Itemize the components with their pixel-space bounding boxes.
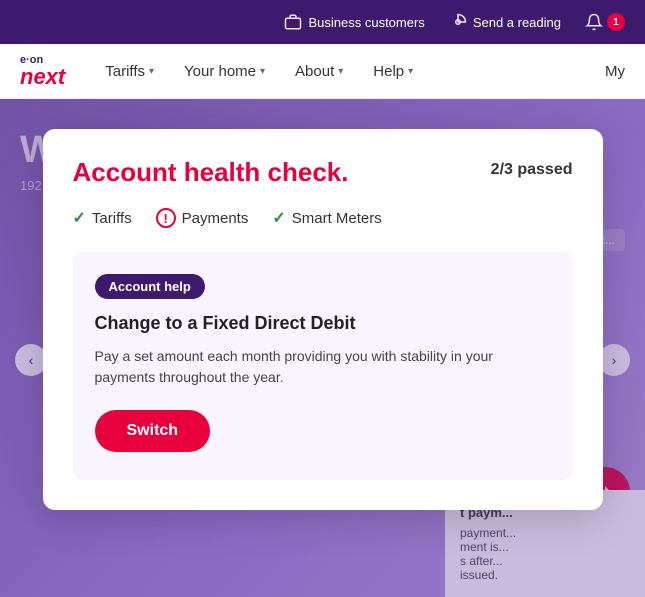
check-pass-icon: ✓ <box>73 208 86 228</box>
inner-card-description: Pay a set amount each month providing yo… <box>95 346 551 388</box>
briefcase-icon <box>284 13 302 31</box>
check-warning-icon: ! <box>156 208 176 228</box>
nav-bar: e·on next Tariffs ▾ Your home ▾ About ▾ … <box>0 44 645 99</box>
nav-your-home-label: Your home <box>184 63 256 80</box>
modal-header: Account health check. 2/3 passed <box>73 157 573 188</box>
chevron-down-icon: ▾ <box>338 66 343 77</box>
account-help-badge: Account help <box>95 274 205 299</box>
nav-my[interactable]: My <box>605 63 625 80</box>
chevron-down-icon: ▾ <box>408 66 413 77</box>
switch-button[interactable]: Switch <box>95 410 211 452</box>
nav-my-label: My <box>605 63 625 80</box>
check-payments: ! Payments <box>156 208 249 228</box>
top-bar: Business customers Send a reading 1 <box>0 0 645 44</box>
nav-about-label: About <box>295 63 334 80</box>
bell-icon <box>585 13 603 31</box>
chevron-down-icon: ▾ <box>260 66 265 77</box>
modal-overlay: Account health check. 2/3 passed ✓ Tarif… <box>0 99 645 597</box>
account-health-check-modal: Account health check. 2/3 passed ✓ Tarif… <box>43 129 603 510</box>
nav-tariffs-label: Tariffs <box>105 63 145 80</box>
send-reading-label: Send a reading <box>473 15 561 30</box>
check-tariffs: ✓ Tariffs <box>73 208 132 228</box>
notification-count: 1 <box>607 13 625 31</box>
check-pass-icon-2: ✓ <box>272 208 285 228</box>
business-customers-label: Business customers <box>308 15 424 30</box>
modal-passed-count: 2/3 passed <box>491 161 573 179</box>
check-tariffs-label: Tariffs <box>92 210 132 227</box>
logo-next-text: next <box>20 66 65 88</box>
business-customers-link[interactable]: Business customers <box>284 13 424 31</box>
check-smart-meters-label: Smart Meters <box>292 210 382 227</box>
logo[interactable]: e·on next <box>20 55 65 88</box>
health-checks-list: ✓ Tariffs ! Payments ✓ Smart Meters <box>73 208 573 228</box>
check-smart-meters: ✓ Smart Meters <box>272 208 381 228</box>
nav-help[interactable]: Help ▾ <box>373 63 413 80</box>
send-reading-link[interactable]: Send a reading <box>449 13 561 31</box>
modal-title: Account health check. <box>73 157 349 188</box>
inner-recommendation-card: Account help Change to a Fixed Direct De… <box>73 252 573 480</box>
notification-bell[interactable]: 1 <box>585 13 625 31</box>
inner-card-title: Change to a Fixed Direct Debit <box>95 313 551 334</box>
nav-your-home[interactable]: Your home ▾ <box>184 63 265 80</box>
nav-tariffs[interactable]: Tariffs ▾ <box>105 63 154 80</box>
meter-icon <box>449 13 467 31</box>
nav-help-label: Help <box>373 63 404 80</box>
check-payments-label: Payments <box>182 210 249 227</box>
chevron-down-icon: ▾ <box>149 66 154 77</box>
nav-about[interactable]: About ▾ <box>295 63 343 80</box>
